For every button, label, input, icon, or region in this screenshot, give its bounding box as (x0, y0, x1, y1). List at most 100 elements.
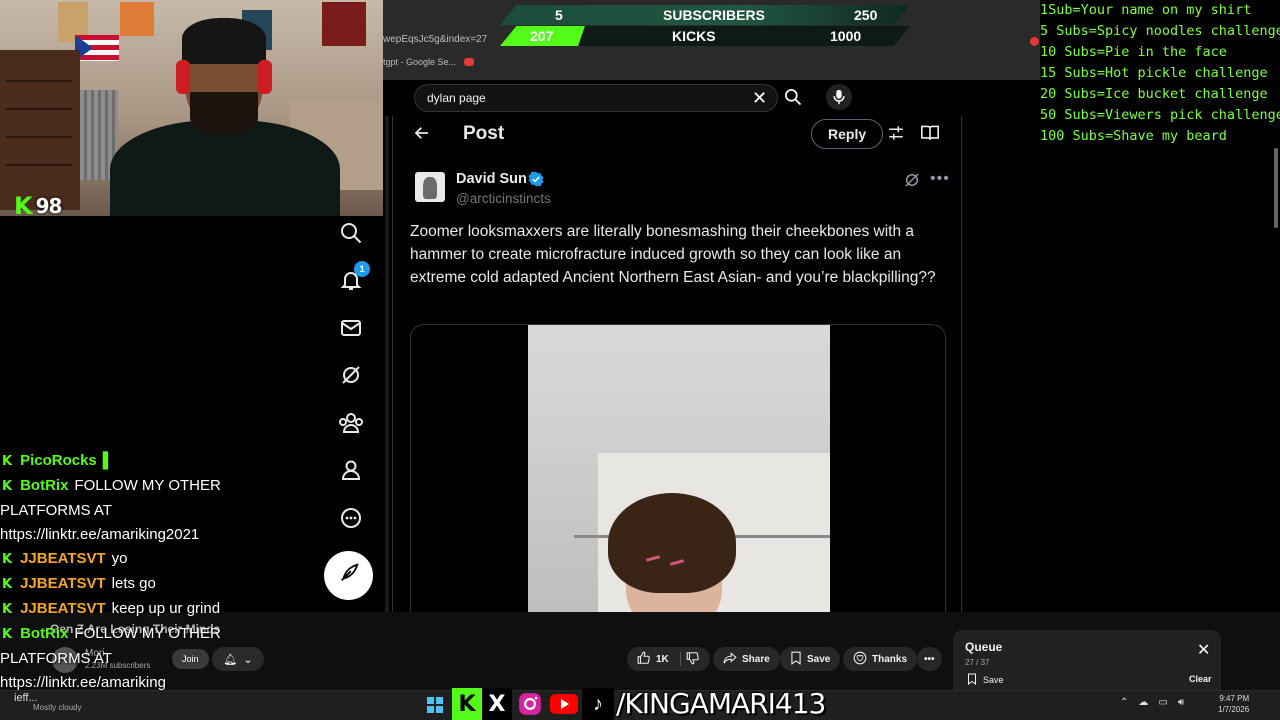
windows-start-icon[interactable] (427, 697, 443, 713)
cloud-icon[interactable]: ☁ (1138, 697, 1148, 708)
explore-nav[interactable] (338, 222, 364, 248)
share-button[interactable]: Share (713, 647, 780, 671)
save-button[interactable]: Save (780, 647, 841, 671)
flag (75, 35, 119, 61)
instagram-icon (515, 688, 545, 720)
reply-button[interactable]: Reply (811, 119, 884, 149)
chat-username[interactable]: PicoRocks (20, 452, 97, 469)
youtube-icon[interactable] (464, 58, 475, 66)
kicks-target: 1000 (830, 28, 862, 44)
search-icon[interactable] (783, 87, 803, 112)
bookmark-icon (790, 651, 802, 668)
network-icon[interactable]: ▭ (1158, 697, 1167, 708)
bookmark-item[interactable]: tgpt - Google Se... (383, 57, 456, 67)
thanks-label: Thanks (872, 653, 908, 665)
verified-badge-icon (528, 171, 544, 192)
clear-search-icon[interactable]: ✕ (752, 88, 767, 108)
back-arrow-icon[interactable] (413, 124, 431, 147)
sliders-icon[interactable] (887, 124, 905, 147)
chat-message: https://linktr.ee/amariking2021 (0, 526, 260, 544)
chat-username[interactable]: JJBEATSVT (20, 550, 106, 567)
chat-username[interactable]: BotRix (20, 625, 68, 642)
system-tray[interactable]: ⌃ ☁ ▭ 🔊︎ (1120, 697, 1184, 708)
chat-message-text: FOLLOW MY OTHER (74, 625, 221, 642)
author-handle[interactable]: @arcticinstincts (456, 191, 551, 206)
chat-message: K JJBEATSVT lets go (0, 575, 260, 594)
chat-message: K BotRix FOLLOW MY OTHER (0, 625, 260, 644)
dresser (0, 50, 80, 210)
more-nav[interactable] (338, 507, 364, 533)
more-circle-icon (339, 506, 363, 535)
clock-time: 9:47 PM (1219, 694, 1250, 703)
share-label: Share (742, 653, 770, 665)
microphone-icon[interactable] (826, 84, 852, 110)
notification-count-badge: 1 (354, 261, 370, 277)
video-hair (608, 493, 736, 593)
grok-nav[interactable] (338, 364, 364, 390)
chat-message: K BotRix FOLLOW MY OTHER (0, 477, 260, 496)
thumbs-down-icon[interactable] (686, 651, 700, 668)
author-name[interactable]: David Sun (456, 171, 527, 187)
share-icon (723, 651, 737, 668)
notifications-nav[interactable]: 1 (338, 261, 370, 295)
divider (679, 652, 681, 666)
more-options-icon[interactable]: ••• (930, 170, 950, 188)
viewer-count: 98 (35, 194, 63, 218)
kick-badge-icon: K (2, 602, 13, 617)
search-bar[interactable] (414, 84, 778, 112)
speaker-icon[interactable]: 🔊︎ (1178, 697, 1184, 708)
chat-username[interactable]: BotRix (20, 477, 68, 494)
clock[interactable]: 9:47 PM 1/7/2026 (1218, 693, 1249, 715)
communities-nav[interactable] (338, 412, 364, 438)
more-actions-button[interactable]: ••• (917, 647, 942, 671)
messages-nav[interactable] (338, 317, 364, 343)
post-video[interactable] (528, 325, 830, 623)
save-label: Save (807, 653, 831, 665)
chat-username[interactable]: JJBEATSVT (20, 575, 106, 592)
goal-list-item: 5 Subs=Spicy noodles challenge (1040, 23, 1280, 39)
like-count: 1K (656, 653, 669, 665)
queue-save-button[interactable]: Save (967, 673, 1004, 687)
streamer-body (110, 120, 340, 216)
kick-badge-icon: K (2, 552, 13, 567)
x-logo-icon: X (482, 688, 512, 720)
chat-username[interactable]: JJBEATSVT (20, 600, 106, 617)
chat-message-text: keep up ur grind (111, 600, 221, 617)
search-input[interactable] (427, 91, 747, 105)
chat-message-text: PLATFORMS AT (0, 502, 112, 519)
chevron-up-icon[interactable]: ⌃ (1120, 697, 1128, 708)
chat-message-text: ▌ (102, 452, 114, 469)
thanks-button[interactable]: Thanks (843, 647, 918, 671)
tab-title[interactable]: wepEqsJc5g&index=27 (383, 34, 487, 45)
queue-panel: Queue 27 / 37 ✕ Save Clear (953, 630, 1221, 690)
post-header: Post Reply (393, 116, 963, 152)
compose-post-button[interactable] (324, 551, 373, 600)
grok-explain-icon[interactable] (903, 171, 921, 194)
close-queue-icon[interactable]: ✕ (1197, 643, 1210, 659)
weather-desc[interactable]: Mostly cloudy (33, 703, 81, 712)
goal-overlay: 5 SUBSCRIBERS 250 207 KICKS 1000 (500, 2, 910, 46)
x-post-panel: Post Reply David Sun @arcticinstincts ••… (392, 116, 963, 624)
goal-list-item: 50 Subs=Viewers pick challenge (1040, 107, 1280, 123)
queue-clear-button[interactable]: Clear (1189, 674, 1212, 684)
queue-save-label: Save (983, 675, 1004, 685)
poster (120, 2, 154, 36)
post-media[interactable] (410, 324, 946, 624)
queue-title: Queue (965, 640, 1003, 654)
goal-list-item: 100 Subs=Shave my beard (1040, 128, 1227, 144)
clock-date: 1/7/2026 (1218, 705, 1250, 714)
like-button[interactable]: 1K (627, 647, 710, 671)
profile-nav[interactable] (338, 459, 364, 485)
kicks-current: 207 (530, 28, 554, 44)
chat-message-text: FOLLOW MY OTHER (74, 477, 221, 494)
scrollbar[interactable] (385, 116, 389, 612)
chat-message-text: PLATFORMS AT (0, 650, 112, 667)
author-avatar[interactable] (415, 172, 445, 202)
scrollbar[interactable] (1274, 148, 1278, 228)
kick-badge-icon: K (2, 479, 13, 494)
reader-icon[interactable] (920, 124, 940, 147)
stream-chat: K PicoRocks ▌ K BotRix FOLLOW MY OTHER PLATFOR… (0, 452, 260, 720)
chat-message: PLATFORMS AT (0, 502, 260, 520)
kick-badge-icon: K (2, 577, 13, 592)
feather-pen-icon (338, 562, 360, 589)
